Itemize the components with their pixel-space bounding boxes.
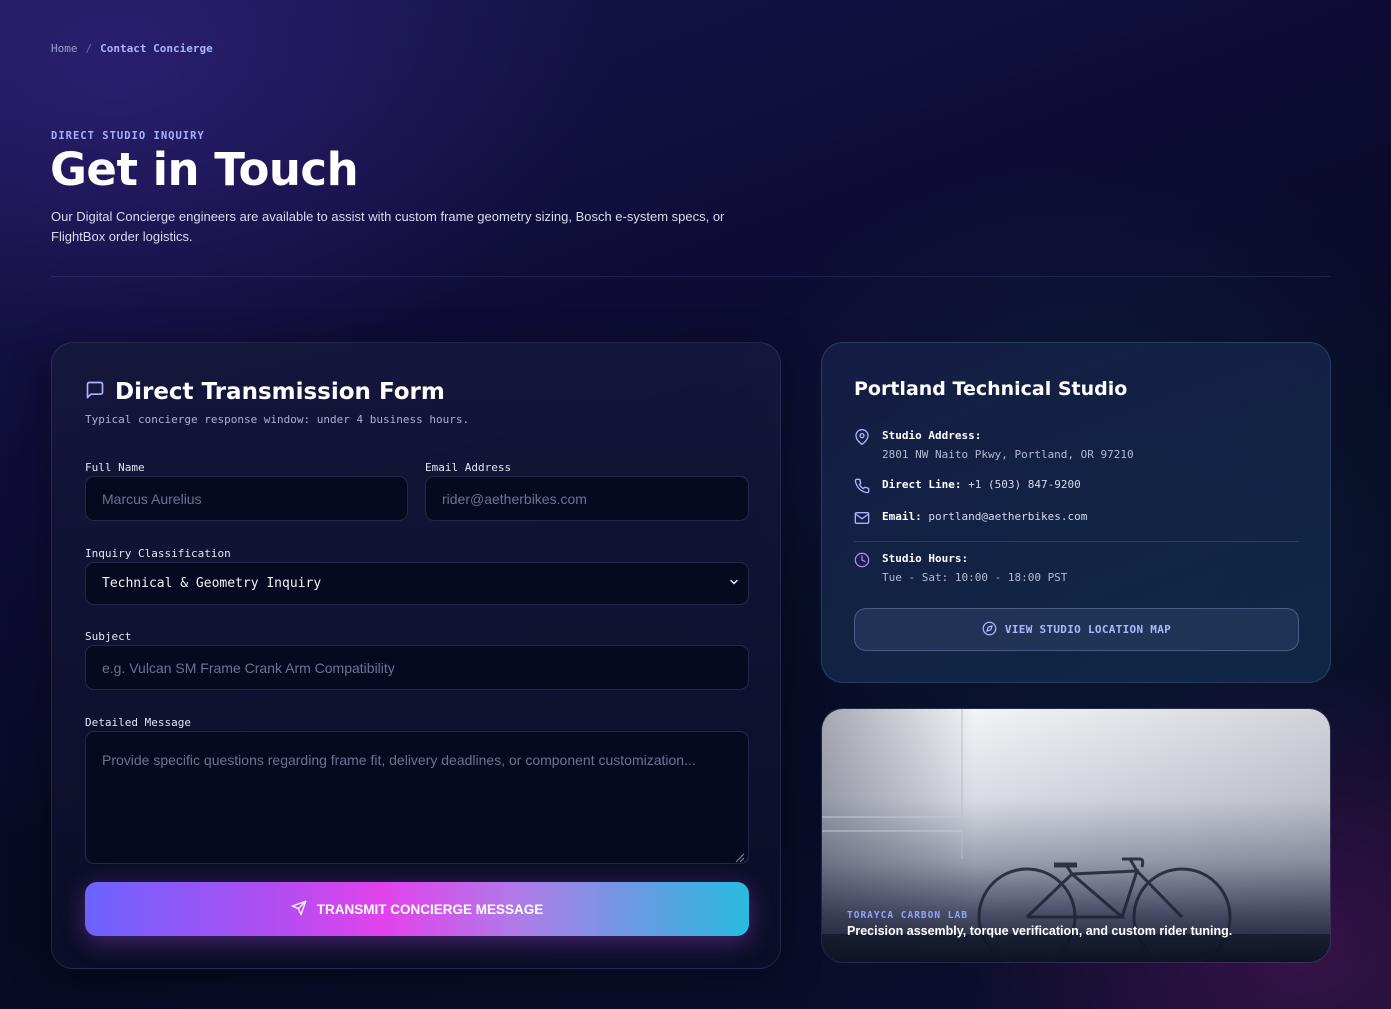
email-label: Email Address: [425, 461, 512, 474]
clock-icon: [854, 552, 871, 569]
send-icon: [291, 900, 307, 919]
contact-form-card: Direct Transmission Form Typical concier…: [51, 342, 781, 969]
phone-icon: [854, 478, 871, 495]
studio-hours: Studio Hours: Tue - Sat: 10:00 - 18:00 P…: [854, 552, 1067, 584]
section-divider: [51, 276, 1330, 277]
studio-info-card: Portland Technical Studio Studio Address…: [821, 342, 1331, 683]
map-pin-icon: [854, 429, 871, 446]
hours-label: Studio Hours:: [882, 552, 969, 565]
view-map-button-label: VIEW STUDIO LOCATION MAP: [1004, 623, 1172, 636]
breadcrumb-current: Contact Concierge: [100, 42, 213, 55]
inquiry-select[interactable]: Technical & Geometry Inquiry: [85, 562, 749, 605]
photo-caption: Precision assembly, torque verification,…: [847, 924, 1233, 938]
breadcrumb-separator: /: [85, 42, 93, 55]
message-label: Detailed Message: [85, 716, 191, 729]
email-input[interactable]: rider@aetherbikes.com: [425, 476, 749, 521]
hero-eyebrow: DIRECT STUDIO INQUIRY: [51, 130, 205, 142]
breadcrumb: Home / Contact Concierge: [51, 42, 213, 55]
form-subtitle: Typical concierge response window: under…: [85, 413, 470, 426]
email-value[interactable]: portland@aetherbikes.com: [928, 510, 1087, 523]
studio-title: Portland Technical Studio: [854, 378, 1128, 400]
message-textarea[interactable]: Provide specific questions regarding fra…: [85, 731, 749, 864]
subject-input[interactable]: e.g. Vulcan SM Frame Crank Arm Compatibi…: [85, 645, 749, 690]
studio-phone: Direct Line: +1 (503) 847-9200: [854, 478, 1081, 495]
submit-button-label: TRANSMIT CONCIERGE MESSAGE: [316, 901, 544, 917]
studio-photo-card: TORAYCA CARBON LAB Precision assembly, t…: [821, 708, 1331, 963]
inquiry-selected-value: Technical & Geometry Inquiry: [102, 576, 322, 591]
compass-icon: [982, 621, 997, 639]
form-title: Direct Transmission Form: [115, 379, 445, 405]
message-placeholder: Provide specific questions regarding fra…: [102, 752, 696, 768]
hero-intro: Our Digital Concierge engineers are avai…: [51, 209, 725, 244]
inquiry-label: Inquiry Classification: [85, 547, 231, 560]
view-map-button[interactable]: VIEW STUDIO LOCATION MAP: [854, 608, 1299, 651]
submit-button[interactable]: TRANSMIT CONCIERGE MESSAGE: [85, 882, 749, 936]
photo-tag: TORAYCA CARBON LAB: [847, 910, 968, 921]
full-name-label: Full Name: [85, 461, 145, 474]
form-header: Direct Transmission Form: [85, 379, 445, 405]
message-square-icon: [85, 380, 105, 404]
address-label: Studio Address:: [882, 429, 982, 442]
phone-label: Direct Line:: [882, 478, 962, 491]
address-value: 2801 NW Naito Pkwy, Portland, OR 97210: [882, 448, 1134, 461]
page-title: Get in Touch: [50, 143, 359, 196]
phone-value[interactable]: +1 (503) 847-9200: [968, 478, 1081, 491]
subject-label: Subject: [85, 630, 132, 643]
studio-divider: [854, 541, 1299, 542]
resize-handle-icon[interactable]: [735, 850, 745, 863]
mail-icon: [854, 510, 871, 527]
email-label: Email:: [882, 510, 922, 523]
full-name-input[interactable]: Marcus Aurelius: [85, 476, 408, 521]
studio-email: Email: portland@aetherbikes.com: [854, 510, 1087, 527]
studio-address: Studio Address: 2801 NW Naito Pkwy, Port…: [854, 429, 1134, 461]
breadcrumb-home-link[interactable]: Home: [51, 42, 78, 55]
chevron-down-icon: [728, 576, 740, 592]
hours-value: Tue - Sat: 10:00 - 18:00 PST: [882, 571, 1068, 584]
